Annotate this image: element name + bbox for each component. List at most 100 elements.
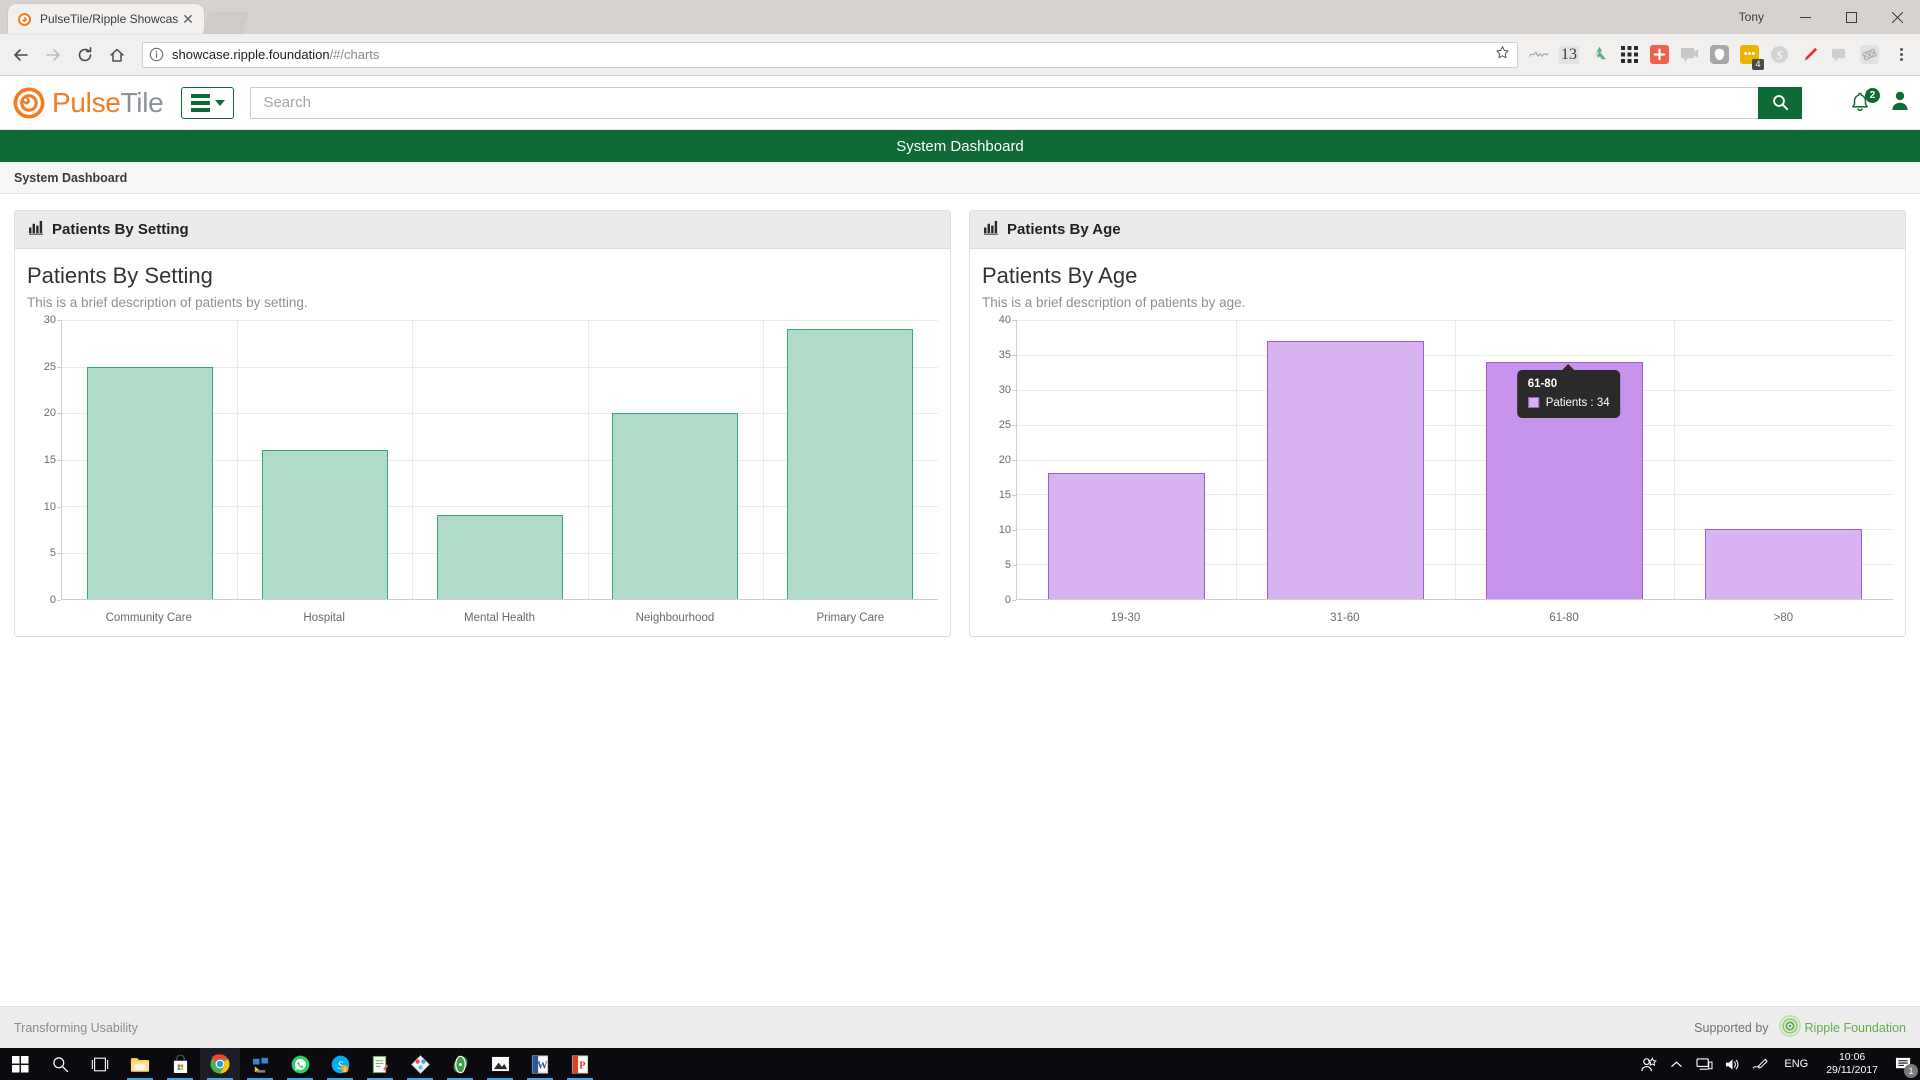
header-actions: 2	[1830, 89, 1910, 117]
start-button[interactable]	[0, 1048, 40, 1080]
panel-header-title: Patients By Setting	[52, 221, 189, 238]
bar-slot[interactable]	[1674, 320, 1893, 599]
url-path: /#/charts	[330, 47, 380, 62]
apps-grid-extension-icon[interactable]	[1615, 41, 1643, 69]
site-info-icon[interactable]	[149, 47, 165, 63]
notifications-button[interactable]: 2	[1848, 89, 1872, 117]
powerpoint-button[interactable]: P	[560, 1048, 600, 1080]
bar-slot[interactable]	[62, 320, 237, 599]
notepad-button[interactable]	[360, 1048, 400, 1080]
x-axis-tick-label: Primary Care	[763, 612, 938, 624]
bar[interactable]	[262, 450, 388, 599]
x-axis-tick-label: 31-60	[1235, 612, 1454, 624]
x-axis-labels: Community CareHospitalMental HealthNeigh…	[61, 612, 938, 624]
bar[interactable]	[612, 413, 738, 599]
bar[interactable]	[1267, 341, 1425, 599]
filezilla-button[interactable]	[240, 1048, 280, 1080]
bar-slot[interactable]	[588, 320, 763, 599]
chart-description: This is a brief description of patients …	[27, 295, 938, 310]
task-view-button[interactable]	[80, 1048, 120, 1080]
back-button[interactable]	[6, 40, 36, 70]
whatsapp-button[interactable]	[280, 1048, 320, 1080]
bar-slot[interactable]	[1236, 320, 1455, 599]
x-axis-tick-label: Hospital	[236, 612, 411, 624]
atom-extension-icon[interactable]	[1855, 41, 1883, 69]
y-axis-tick-label: 0	[50, 594, 56, 606]
network-icon[interactable]	[1690, 1048, 1718, 1080]
ripple-foundation-logo[interactable]: Ripple Foundation	[1779, 1015, 1906, 1040]
menu-toggle-button[interactable]	[181, 87, 234, 119]
chart-patients-by-setting[interactable]: 051015202530Community CareHospitalMental…	[27, 320, 938, 600]
number-13-extension-icon[interactable]: 13	[1555, 41, 1583, 69]
bar-slot[interactable]	[763, 320, 938, 599]
clock[interactable]: 10:06 29/11/2017	[1818, 1051, 1886, 1077]
bar[interactable]	[1705, 529, 1863, 599]
extension-badge: 4	[1752, 59, 1764, 70]
y-axis-tick-label: 25	[999, 419, 1011, 431]
y-axis-tick-label: 25	[44, 361, 56, 373]
word-button[interactable]: W	[520, 1048, 560, 1080]
file-explorer-button[interactable]	[120, 1048, 160, 1080]
chart-title: Patients By Setting	[27, 263, 938, 289]
microsoft-store-button[interactable]	[160, 1048, 200, 1080]
reload-button[interactable]	[70, 40, 100, 70]
language-indicator[interactable]: ENG	[1774, 1058, 1818, 1070]
close-button[interactable]	[1874, 0, 1920, 34]
new-tab-button[interactable]	[202, 12, 249, 34]
window-user-label[interactable]: Tony	[1739, 10, 1764, 24]
action-center-button[interactable]: 1	[1886, 1048, 1920, 1080]
pen-icon[interactable]	[1746, 1048, 1774, 1080]
breadcrumb[interactable]: System Dashboard	[0, 162, 1920, 194]
bar-slot[interactable]	[237, 320, 412, 599]
evernote-extension-icon[interactable]	[1705, 41, 1733, 69]
user-avatar-icon[interactable]	[1890, 90, 1910, 116]
chart-patients-by-age[interactable]: 051015202530354061-80Patients : 3419-303…	[982, 320, 1893, 600]
forward-button[interactable]	[38, 40, 68, 70]
handwriting-extension-icon[interactable]	[1525, 41, 1553, 69]
browser-tab[interactable]: PulseTile/Ripple Showcas ✕	[8, 4, 204, 34]
skype-button[interactable]: S1	[320, 1048, 360, 1080]
home-button[interactable]	[102, 40, 132, 70]
search-taskbar-button[interactable]	[40, 1048, 80, 1080]
bookmark-star-icon[interactable]	[1493, 45, 1511, 64]
sourcetree-button[interactable]	[400, 1048, 440, 1080]
address-bar[interactable]: showcase.ripple.foundation/#/charts	[142, 42, 1518, 68]
chrome-button[interactable]	[200, 1048, 240, 1080]
chrome-menu-button[interactable]	[1888, 41, 1914, 69]
bar-slot[interactable]: 61-80 Patients : 34	[1455, 320, 1674, 599]
skype-extension-icon[interactable]: S	[1765, 41, 1793, 69]
tooltip-row: Patients : 34	[1528, 397, 1610, 409]
window-controls: Tony	[1739, 0, 1920, 34]
chevron-down-icon	[215, 100, 225, 106]
close-icon[interactable]: ✕	[180, 11, 196, 27]
yellow-chat-extension-icon[interactable]: 4	[1735, 41, 1763, 69]
action-center-badge: 1	[1904, 1064, 1918, 1078]
grey-chat-extension-icon[interactable]	[1825, 41, 1853, 69]
show-hidden-icons-button[interactable]	[1662, 1048, 1690, 1080]
tooltip-title: 61-80	[1528, 378, 1610, 390]
bars-group	[62, 320, 938, 599]
bar-slot[interactable]	[1017, 320, 1236, 599]
red-pen-extension-icon[interactable]	[1795, 41, 1823, 69]
bar[interactable]	[787, 329, 913, 599]
recycle-extension-icon[interactable]	[1585, 41, 1613, 69]
minimize-button[interactable]	[1782, 0, 1828, 34]
search-input[interactable]	[250, 87, 1758, 119]
y-axis-tick-label: 5	[50, 547, 56, 559]
search-button[interactable]	[1758, 87, 1802, 119]
maximize-button[interactable]	[1828, 0, 1874, 34]
bar-slot[interactable]	[412, 320, 587, 599]
red-plus-extension-icon[interactable]	[1645, 41, 1673, 69]
svg-text:1: 1	[343, 1067, 346, 1073]
chart-tooltip: 61-80 Patients : 34	[1517, 370, 1621, 418]
video-chat-extension-icon[interactable]	[1675, 41, 1703, 69]
volume-icon[interactable]	[1718, 1048, 1746, 1080]
bar[interactable]	[87, 367, 213, 600]
bar[interactable]	[1048, 473, 1206, 599]
pulsetile-logo[interactable]: PulseTile	[8, 86, 163, 120]
bar[interactable]	[437, 515, 563, 599]
url-text: showcase.ripple.foundation/#/charts	[172, 47, 1493, 62]
atom-button[interactable]	[440, 1048, 480, 1080]
photos-button[interactable]	[480, 1048, 520, 1080]
people-icon[interactable]	[1634, 1048, 1662, 1080]
